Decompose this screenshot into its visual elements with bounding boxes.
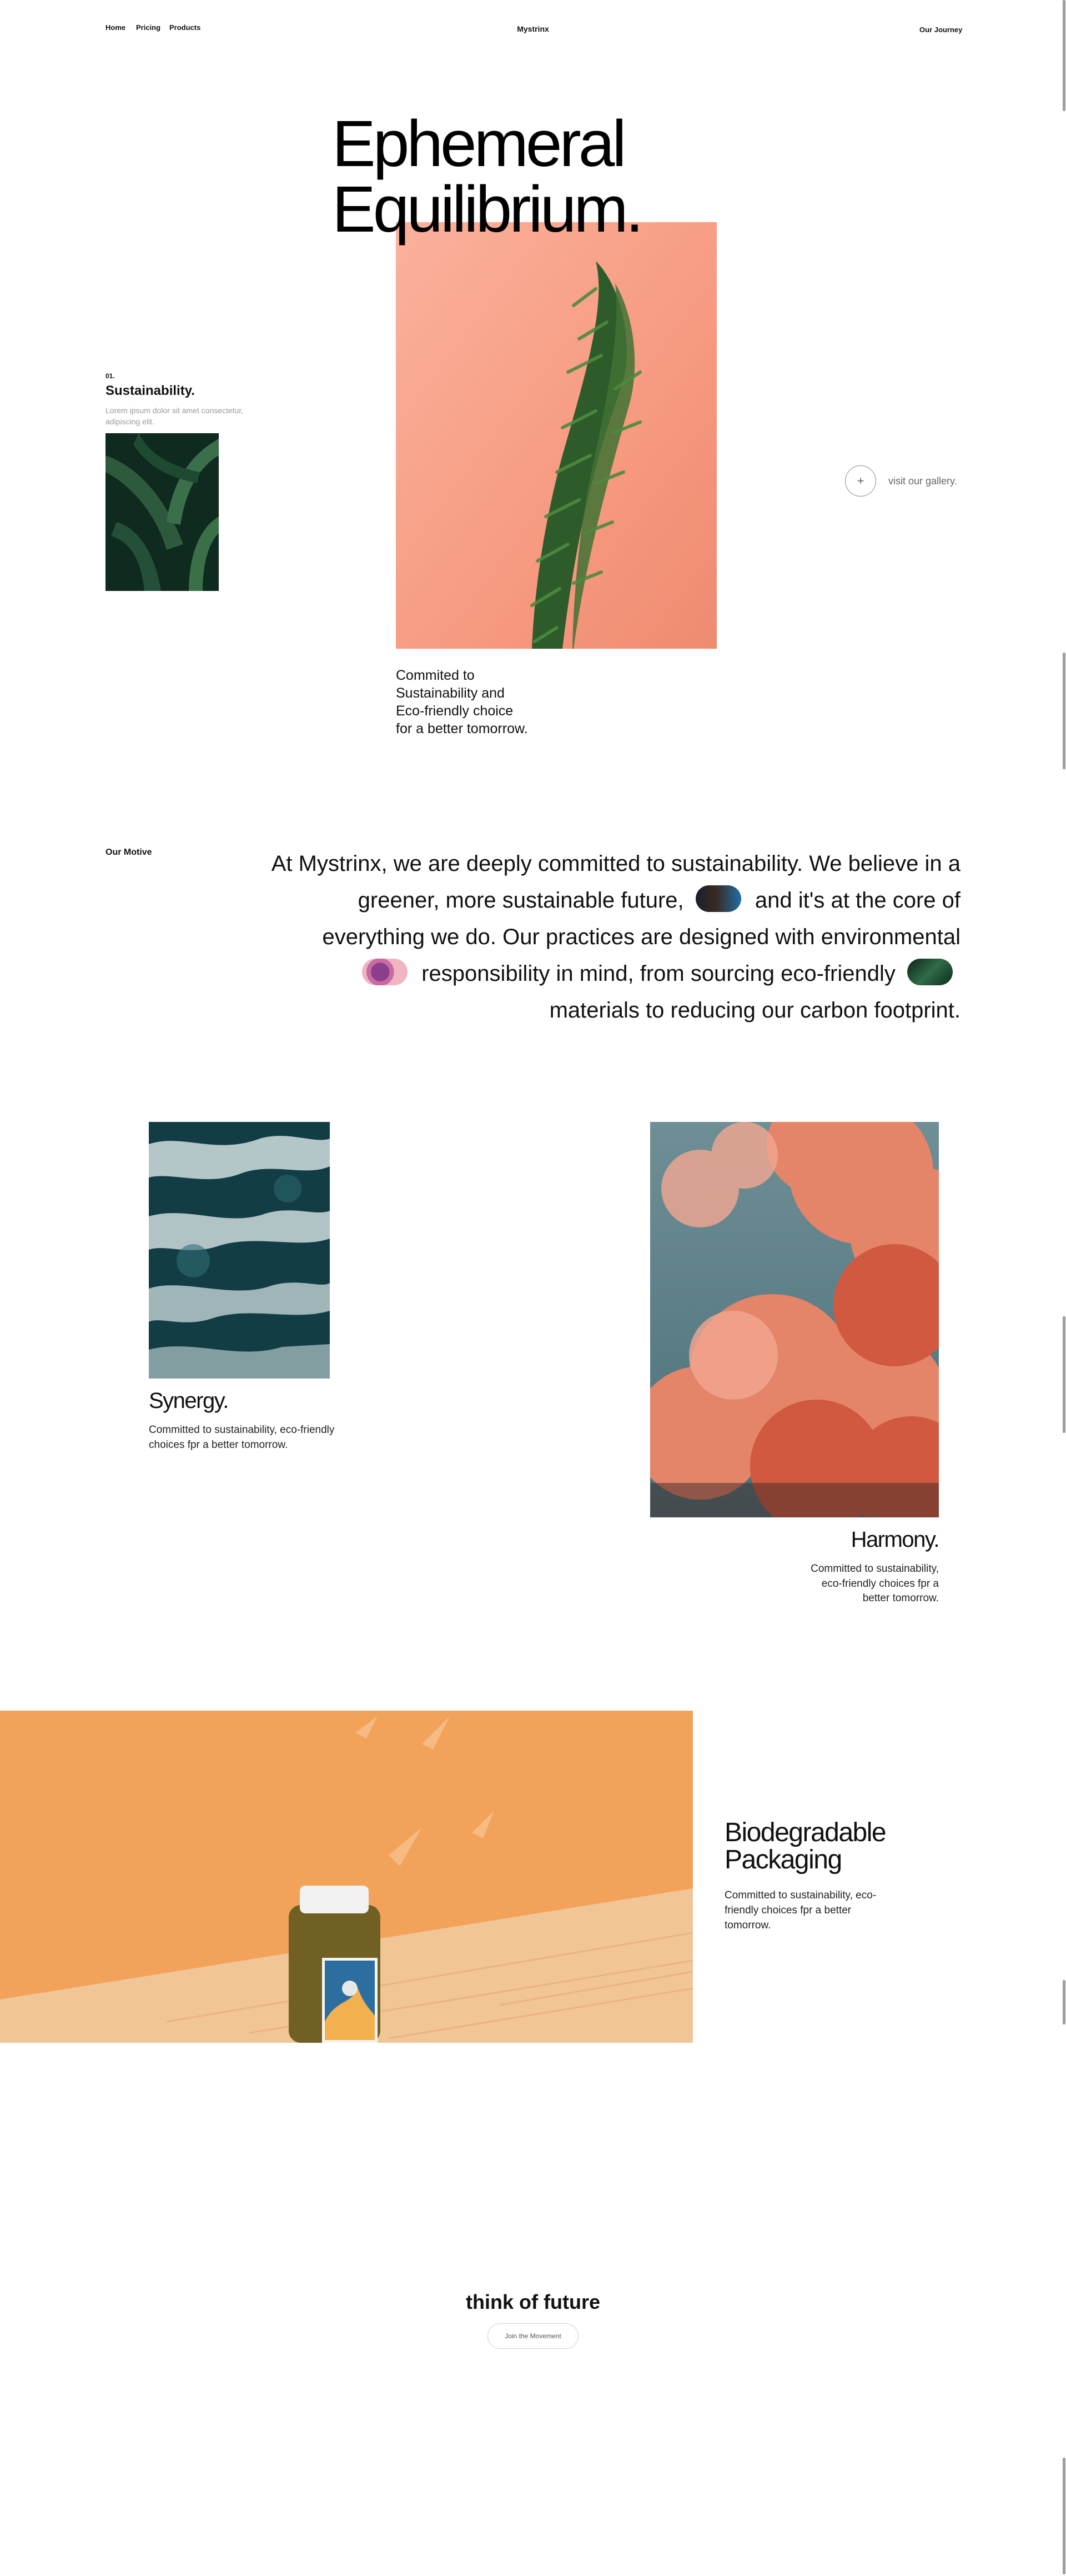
packaging-title-line-2: Packaging <box>725 1845 842 1875</box>
packaging-description: Committed to sustainability, eco-friendl… <box>725 1890 877 1931</box>
packaging-title: Biodegradable Packaging <box>725 1818 887 1875</box>
packaging-title-line-1: Biodegradable <box>725 1818 887 1847</box>
hero-title-line-1: Ephemeral <box>332 107 627 181</box>
join-movement-button[interactable]: Join the Movement <box>487 2323 579 2349</box>
synergy-title: Synergy. <box>149 1389 229 1413</box>
leaf-thumbnail-image <box>105 433 219 591</box>
portrait-pill-image <box>695 885 741 912</box>
visit-gallery-link[interactable]: + visit our gallery. <box>845 465 957 497</box>
scroll-indicator[interactable] <box>1063 0 1065 111</box>
scroll-indicator[interactable] <box>1063 653 1065 769</box>
scroll-indicator[interactable] <box>1063 1980 1065 2024</box>
brand-logo[interactable]: Mystrinx <box>0 24 1066 33</box>
sustainability-heading: Sustainability. <box>105 383 195 398</box>
harmony-description: Committed to sustainability, eco-friendl… <box>811 1563 939 1605</box>
hero-title: Ephemeral Equilibrium. <box>332 111 721 242</box>
leaf-pill-image <box>907 959 953 985</box>
scroll-indicator[interactable] <box>1063 1316 1065 1433</box>
synergy-description: Committed to sustainability, eco-friendl… <box>149 1424 335 1451</box>
packaging-bottle-image <box>0 1711 693 2043</box>
clouds-image <box>650 1122 939 1517</box>
hero-title-line-2: Equilibrium. <box>332 173 643 246</box>
sustainability-description: Lorem ipsum dolor sit amet consectetur, … <box>105 406 244 426</box>
scroll-indicator[interactable] <box>1063 2458 1065 2574</box>
section-number: 01. <box>105 372 115 380</box>
flower-pill-image <box>362 959 408 985</box>
plus-icon[interactable]: + <box>845 465 876 497</box>
motive-text-part-3: responsibility in mind, from sourcing ec… <box>421 961 896 986</box>
motive-text-part-4: materials to reducing our carbon footpri… <box>549 998 961 1023</box>
cta-heading: think of future <box>466 2291 600 2313</box>
harmony-title: Harmony. <box>851 1527 940 1552</box>
hero-plant-image <box>396 222 717 649</box>
ocean-wave-image <box>149 1122 330 1379</box>
motive-label: Our Motive <box>105 848 152 857</box>
visit-gallery-label[interactable]: visit our gallery. <box>888 475 957 487</box>
hero-caption: Commited to Sustainability and Eco-frien… <box>396 668 528 736</box>
motive-paragraph: At Mystrinx, we are deeply committed to … <box>266 845 961 1029</box>
